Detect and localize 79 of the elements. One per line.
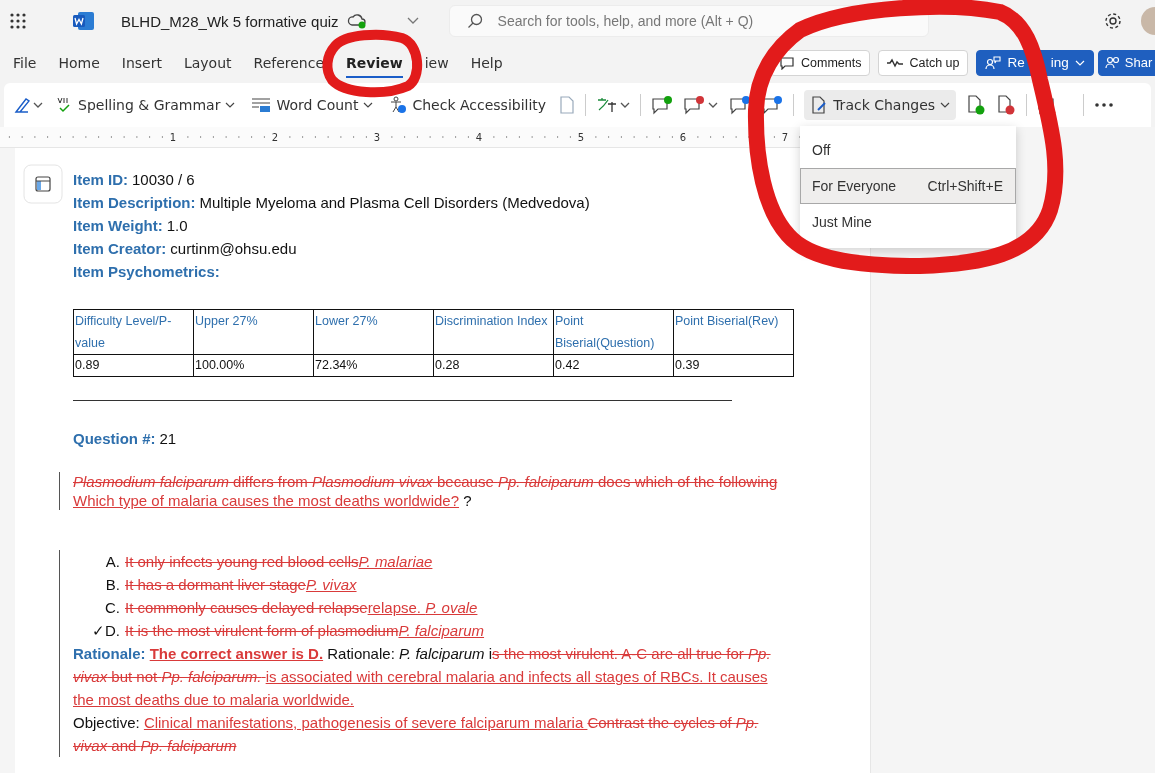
people-icon (1104, 55, 1121, 70)
answer-option: It commonly causes delayed relapserelapse. P. ovale (125, 596, 478, 619)
field-label: Item ID: (73, 171, 128, 188)
answer-option: It has a dormant liver stageP. vivax (125, 573, 357, 596)
chevron-down-icon[interactable] (406, 17, 419, 25)
menu-tab[interactable]: Insert (110, 46, 173, 79)
field-label: Item Description: (73, 194, 196, 211)
field-value: 1.0 (166, 217, 188, 234)
chevron-down-icon (225, 102, 236, 108)
document-title[interactable]: BLHD_M28_Wk 5 formative quiz (121, 12, 339, 30)
chevron-down-icon (1074, 59, 1085, 66)
app-launcher-icon[interactable] (10, 13, 26, 29)
paragraph-text: Rationale: The correct answer is D. Rationale: P. falciparum is the most virulent. A-C are all true for Pp. vivax but not Pp. falciparum. is associated with cerebral malaria and infects all stages of RBCs. It causes the most deaths due to malaria worldwide. (73, 644, 772, 710)
menu-tab[interactable]: Layout (172, 46, 243, 79)
table-cell: 0.28 (433, 354, 554, 377)
check-accessibility-button[interactable]: Check Accessibility (386, 92, 550, 118)
menu-item[interactable]: For Everyone Ctrl+Shift+E (800, 168, 1016, 204)
track-changes-button[interactable]: Track Changes (804, 90, 957, 120)
reject-change-icon[interactable] (996, 95, 1017, 115)
column-header: Lower 27% (313, 309, 434, 355)
word-count-icon (251, 97, 272, 113)
header-button[interactable]: Catch up (878, 49, 969, 76)
more-options-icon[interactable] (1094, 102, 1115, 108)
settings-icon[interactable] (1103, 11, 1123, 31)
chevron-down-icon (363, 102, 374, 108)
new-comment-icon[interactable] (651, 95, 674, 115)
field-value: 10030 / 6 (132, 171, 195, 188)
people-chat-icon (985, 55, 1002, 70)
field-label: Item Weight: (73, 217, 163, 234)
answer-option: It is the most virulent form of plasmodiumP. falciparum (125, 619, 485, 642)
column-header: Difficulty Level/P-value (73, 309, 194, 355)
previous-comment-icon[interactable] (729, 95, 752, 115)
column-header: Point Biserial(Question) (553, 309, 674, 355)
spell-check-icon (57, 96, 73, 114)
question-label: Question #: (73, 430, 156, 447)
paragraph-text: Objective: Clinical manifestations, pathogenesis of severe falciparum malaria Contrast the cycles of Pp. vivax and Pp. falciparum (73, 713, 760, 756)
field-label: Item Psychometrics: (73, 263, 220, 280)
question-number: 21 (159, 430, 177, 447)
layout-icon[interactable] (23, 164, 63, 204)
field-value: curtinm@ohsu.edu (170, 240, 297, 257)
option-letter: B. (104, 575, 120, 595)
column-header: Discrimination Index (433, 309, 554, 355)
option-letter: ✓D. (91, 621, 120, 641)
menu-item[interactable]: Just Mine (800, 204, 1016, 240)
track-changes-icon (810, 96, 829, 114)
spelling-grammar-button[interactable]: Spelling & Grammar (54, 92, 239, 118)
pulse-icon (887, 57, 904, 68)
accessibility-icon (389, 96, 408, 114)
menu-tab[interactable]: File (2, 46, 48, 79)
menu-item[interactable]: Off (800, 132, 1016, 168)
header-button[interactable]: Shar (1097, 49, 1155, 76)
table-cell: 0.89 (73, 354, 194, 377)
option-letter: C. (104, 598, 120, 618)
table-cell: 100.00% (193, 354, 314, 377)
cloud-saved-icon (346, 13, 367, 29)
menu-tab[interactable]: iew (413, 46, 460, 79)
delete-comment-icon[interactable] (683, 95, 720, 115)
column-header: Upper 27% (193, 309, 314, 355)
field-label: Item Creator: (73, 240, 167, 257)
table-cell: 0.39 (673, 354, 794, 377)
table-cell: 72.34% (313, 354, 434, 377)
field-value: Multiple Myeloma and Plasma Cell Disorders (Medvedova) (199, 194, 590, 211)
editor-pen-icon[interactable] (14, 96, 44, 114)
answer-option: It only infects young red blood cellsP. malariae (125, 550, 433, 573)
word-logo-icon (73, 11, 95, 31)
menu-tab[interactable]: Help (459, 46, 514, 79)
chevron-down-icon (940, 102, 951, 108)
next-comment-icon[interactable] (761, 95, 784, 115)
accept-change-icon[interactable] (966, 95, 987, 115)
menu-tab[interactable]: Home (47, 46, 111, 79)
column-header: Point Biserial(Rev) (673, 309, 794, 355)
table-cell: 0.42 (553, 354, 674, 377)
word-count-button[interactable]: Word Count (248, 93, 377, 117)
menu-tab[interactable]: Review (335, 46, 414, 79)
option-letter: A. (104, 552, 120, 572)
comment-icon (779, 55, 795, 70)
menu-tab[interactable]: Reference (242, 46, 336, 79)
translate-icon[interactable] (596, 96, 631, 114)
question-text: Plasmodium falciparum differs from Plasmodium vivax because Pp. falciparum does which of the following Which type of malaria causes the most deaths worldwide? ? (73, 472, 779, 510)
